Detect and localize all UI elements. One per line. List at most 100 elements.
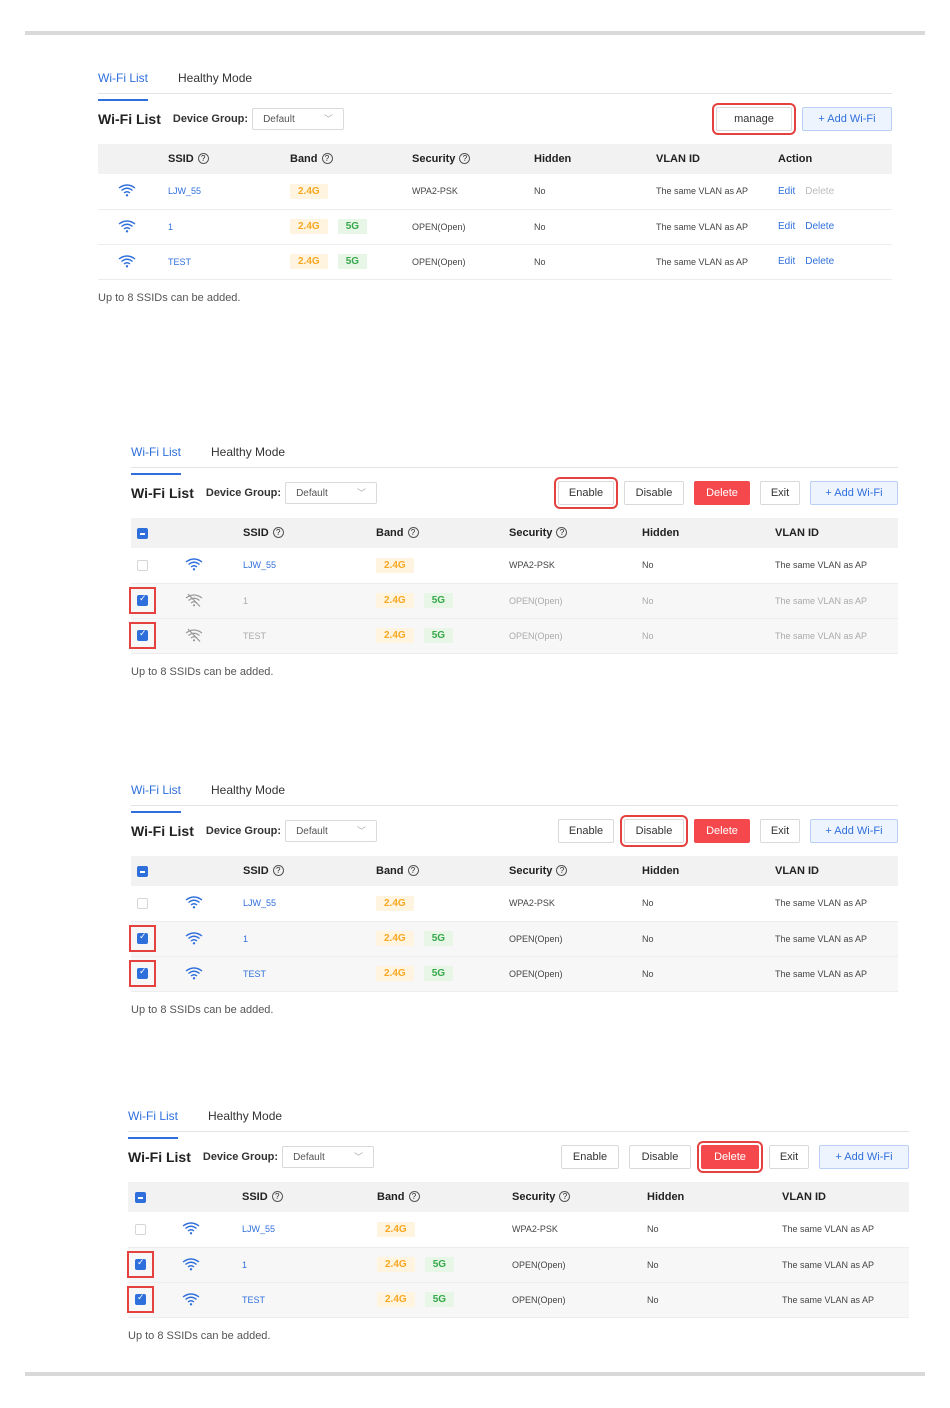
delete-link[interactable]: Delete [805, 221, 834, 232]
col-ssid: SSID? [243, 518, 376, 548]
delete-link[interactable]: Delete [805, 256, 834, 267]
col-hidden: Hidden [534, 153, 572, 165]
ssid-link[interactable]: 1 [243, 934, 248, 944]
help-circle-icon[interactable]: ? [459, 153, 471, 164]
wifi-icon [118, 219, 136, 233]
col-vlan: VLAN ID [656, 153, 700, 165]
ssid-link[interactable]: LJW_55 [168, 186, 201, 196]
row-checkbox[interactable] [137, 967, 148, 980]
wifi-icon [182, 1257, 200, 1271]
ssid-link[interactable]: LJW_55 [243, 898, 276, 908]
help-circle-icon[interactable]: ? [408, 1191, 420, 1202]
edit-link[interactable]: Edit [778, 256, 795, 267]
device-group-select[interactable]: Default ﹀ [285, 482, 378, 504]
exit-button[interactable]: Exit [760, 481, 800, 505]
disable-button[interactable]: Disable [629, 1145, 691, 1169]
checkbox-highlight [129, 924, 156, 953]
device-group-select[interactable]: Default ﹀ [252, 108, 345, 130]
add-wifi-button[interactable]: + Add Wi-Fi [810, 481, 898, 505]
row-checkbox[interactable] [135, 1258, 146, 1271]
enable-button[interactable]: Enable [558, 819, 614, 843]
col-band: Band? [377, 1182, 512, 1212]
band-badge-24g: 2.4G [376, 895, 414, 911]
help-circle-icon[interactable]: ? [556, 527, 568, 538]
help-circle-icon[interactable]: ? [556, 865, 568, 876]
ssid-link[interactable]: TEST [242, 1295, 265, 1305]
manage-button[interactable]: manage [712, 103, 796, 135]
ssid-link[interactable]: LJW_55 [242, 1224, 275, 1234]
help-circle-icon[interactable]: ? [407, 527, 419, 538]
help-circle-icon[interactable]: ? [272, 527, 284, 538]
help-circle-icon[interactable]: ? [197, 153, 209, 164]
band-badge-24g: 2.4G [377, 1292, 415, 1307]
row-checkbox[interactable] [137, 629, 148, 642]
security-cell: OPEN(Open) [412, 209, 534, 245]
tab-healthy-mode[interactable]: Healthy Mode [208, 1106, 282, 1131]
device-group-select[interactable]: Default ﹀ [285, 820, 378, 842]
ssid-link[interactable]: TEST [168, 257, 191, 267]
tab-healthy-mode[interactable]: Healthy Mode [211, 780, 285, 805]
row-checkbox[interactable] [137, 897, 148, 909]
edit-link[interactable]: Edit [778, 221, 795, 232]
wifi-icon [182, 1292, 200, 1306]
security-cell: WPA2-PSK [512, 1212, 647, 1248]
row-checkbox[interactable] [135, 1223, 146, 1235]
security-cell: OPEN(Open) [509, 618, 642, 654]
enable-button[interactable]: Enable [554, 477, 618, 509]
delete-button[interactable]: Delete [697, 1141, 763, 1173]
row-checkbox[interactable] [135, 1293, 146, 1306]
tab-wifi-list[interactable]: Wi-Fi List [131, 780, 181, 813]
select-all-checkbox[interactable] [135, 1191, 146, 1203]
select-all-checkbox[interactable] [137, 865, 148, 877]
tab-wifi-list[interactable]: Wi-Fi List [131, 442, 181, 475]
exit-button[interactable]: Exit [760, 819, 800, 843]
band-badge-24g: 2.4G [377, 1221, 415, 1237]
ssid-link[interactable]: TEST [243, 969, 266, 979]
exit-button[interactable]: Exit [769, 1145, 809, 1169]
edit-link[interactable]: Edit [778, 186, 795, 197]
band-badge-24g: 2.4G [290, 254, 328, 269]
row-checkbox[interactable] [137, 932, 148, 945]
tab-healthy-mode[interactable]: Healthy Mode [178, 68, 252, 93]
ssid-link[interactable]: 1 [243, 596, 248, 606]
hidden-cell: No [647, 1282, 782, 1318]
device-group-select[interactable]: Default ﹀ [282, 1146, 375, 1168]
wifi-table: SSID? Band? Security? Hidden VLAN ID LJW… [127, 1182, 909, 1318]
add-wifi-button[interactable]: + Add Wi-Fi [810, 819, 898, 843]
ssid-link[interactable]: 1 [168, 222, 173, 232]
row-checkbox[interactable] [137, 594, 148, 607]
ssid-link[interactable]: 1 [242, 1260, 247, 1270]
col-action: Action [778, 153, 813, 165]
ssid-link[interactable]: TEST [243, 631, 266, 641]
table-row: LJW_55 2.4G WPA2-PSK No The same VLAN as… [131, 548, 898, 584]
disable-button[interactable]: Disable [624, 481, 684, 505]
col-security: Security? [512, 1182, 647, 1212]
add-wifi-button[interactable]: + Add Wi-Fi [819, 1145, 909, 1169]
tab-wifi-list[interactable]: Wi-Fi List [128, 1106, 178, 1139]
select-all-checkbox[interactable] [137, 527, 148, 539]
tab-healthy-mode[interactable]: Healthy Mode [211, 442, 285, 467]
wifi-list-panel-delete: Wi-Fi List Healthy Mode Wi-Fi List Devic… [127, 1106, 909, 1342]
help-circle-icon[interactable]: ? [559, 1191, 571, 1202]
help-circle-icon[interactable]: ? [321, 153, 333, 164]
delete-button[interactable]: Delete [694, 819, 750, 843]
row-checkbox[interactable] [137, 559, 148, 571]
disable-button[interactable]: Disable [620, 815, 688, 847]
help-circle-icon[interactable]: ? [407, 865, 419, 876]
help-circle-icon[interactable]: ? [272, 865, 284, 876]
hidden-cell: No [642, 618, 775, 654]
tab-wifi-list[interactable]: Wi-Fi List [98, 68, 148, 101]
page-bottom-rule [25, 1372, 925, 1376]
add-wifi-button[interactable]: + Add Wi-Fi [802, 107, 892, 131]
col-band: Band? [290, 144, 412, 174]
delete-button[interactable]: Delete [694, 481, 750, 505]
vlan-cell: The same VLAN as AP [775, 886, 898, 922]
checkbox-highlight [129, 621, 156, 650]
wifi-list-panel-enable: Wi-Fi List Healthy Mode Wi-Fi List Devic… [129, 442, 898, 678]
ssid-link[interactable]: LJW_55 [243, 560, 276, 570]
table-header: SSID? Band? Security? Hidden VLAN ID [131, 856, 898, 886]
enable-button[interactable]: Enable [561, 1145, 619, 1169]
help-circle-icon[interactable]: ? [271, 1191, 283, 1202]
col-ssid: SSID? [243, 856, 376, 886]
hidden-cell: No [642, 886, 775, 922]
